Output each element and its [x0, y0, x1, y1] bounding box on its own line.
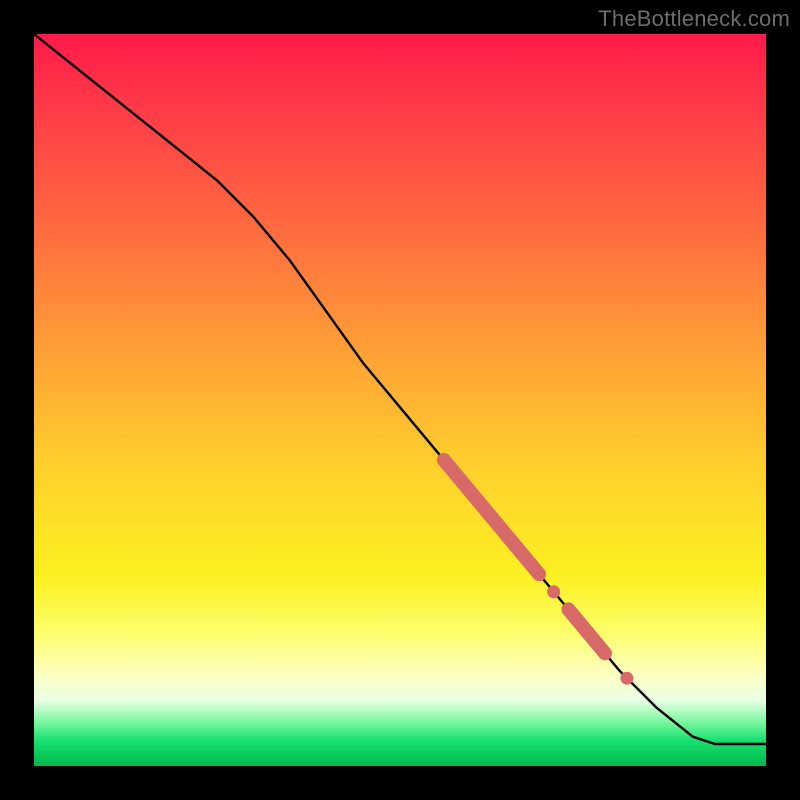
highlight-segment: [444, 460, 539, 574]
plot-area: [34, 34, 766, 766]
highlight-layer: [444, 460, 634, 685]
watermark-text: TheBottleneck.com: [598, 6, 790, 32]
highlight-dot: [547, 585, 560, 598]
highlight-dot: [620, 672, 633, 685]
chart-stage: TheBottleneck.com: [0, 0, 800, 800]
highlight-segment: [568, 609, 605, 653]
main-curve: [34, 34, 766, 744]
curve-layer: [34, 34, 766, 766]
